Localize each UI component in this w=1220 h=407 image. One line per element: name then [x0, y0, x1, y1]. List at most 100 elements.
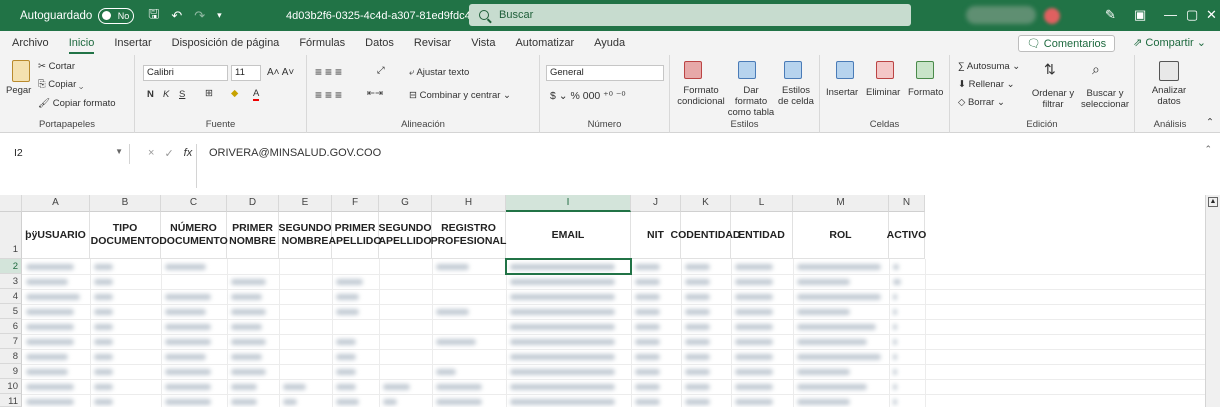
minimize-icon[interactable]: — [1164, 7, 1177, 22]
redacted-cell[interactable] [797, 399, 850, 405]
fill-button[interactable]: ⬇ Rellenar ⌄ [958, 79, 1015, 90]
column-header-c[interactable]: C [161, 195, 227, 212]
conditional-format-icon[interactable] [684, 61, 702, 79]
merge-center-button[interactable]: ⊟ Combinar y centrar ⌄ [409, 90, 511, 101]
redacted-cell[interactable] [436, 264, 469, 270]
select-all-corner[interactable] [0, 195, 22, 212]
redacted-cell[interactable] [26, 339, 74, 345]
redacted-cell[interactable] [685, 399, 711, 405]
redacted-cell[interactable] [336, 354, 356, 360]
redacted-cell[interactable] [436, 369, 456, 375]
redacted-cell[interactable] [336, 309, 360, 315]
column-header-d[interactable]: D [227, 195, 279, 212]
redacted-cell[interactable] [893, 354, 898, 360]
redacted-cell[interactable] [436, 309, 469, 315]
redacted-cell[interactable] [26, 324, 74, 330]
enter-icon[interactable]: ✓ [164, 147, 173, 160]
column-header-e[interactable]: E [279, 195, 332, 212]
column-header-i[interactable]: I [506, 195, 631, 212]
redacted-cell[interactable] [735, 339, 773, 345]
expand-formula-icon[interactable]: ⌃ [1204, 144, 1212, 155]
sort-filter-icon[interactable]: ⇅ [1044, 61, 1056, 78]
avatar[interactable] [1044, 8, 1060, 24]
redacted-cell[interactable] [383, 399, 397, 405]
redacted-cell[interactable] [94, 324, 113, 330]
redacted-cell[interactable] [231, 399, 258, 405]
conditional-format-button[interactable]: Formato condicional [676, 85, 726, 107]
redacted-cell[interactable] [94, 279, 113, 285]
redacted-cell[interactable] [165, 354, 206, 360]
number-format-select[interactable]: General [546, 65, 664, 81]
column-header-g[interactable]: G [379, 195, 432, 212]
redacted-cell[interactable] [94, 339, 113, 345]
header-cell[interactable]: þÿUSUARIO [22, 212, 90, 259]
tab-disposicion[interactable]: Disposición de página [172, 37, 280, 49]
redacted-cell[interactable] [635, 339, 661, 345]
redacted-cell[interactable] [635, 294, 661, 300]
row-header-8[interactable]: 8 [0, 349, 22, 364]
redacted-cell[interactable] [893, 294, 898, 300]
redacted-cell[interactable] [735, 279, 773, 285]
redacted-cell[interactable] [797, 369, 850, 375]
redacted-cell[interactable] [336, 294, 360, 300]
redacted-cell[interactable] [94, 309, 113, 315]
redacted-cell[interactable] [231, 384, 258, 390]
redacted-cell[interactable] [685, 354, 711, 360]
redacted-cell[interactable] [26, 399, 74, 405]
formula-input[interactable]: ORIVERA@MINSALUD.GOV.COO [196, 144, 1211, 188]
redo-icon[interactable]: ↷ [194, 8, 205, 24]
row-header-6[interactable]: 6 [0, 319, 22, 334]
redacted-cell[interactable] [165, 294, 212, 300]
redacted-cell[interactable] [893, 399, 898, 405]
tab-automatizar[interactable]: Automatizar [515, 37, 574, 49]
header-cell[interactable]: NÚMERO DOCUMENTO [159, 212, 228, 259]
redacted-cell[interactable] [797, 294, 881, 300]
bold-button[interactable]: N [147, 89, 154, 100]
redacted-cell[interactable] [26, 369, 68, 375]
row-header-4[interactable]: 4 [0, 289, 22, 304]
autosum-button[interactable]: ∑ Autosuma ⌄ [958, 61, 1020, 72]
redacted-cell[interactable] [510, 324, 616, 330]
tab-revisar[interactable]: Revisar [414, 37, 451, 49]
cell-styles-icon[interactable] [784, 61, 802, 79]
redacted-cell[interactable] [735, 384, 773, 390]
cell-styles-button[interactable]: Estilos de celda [776, 85, 816, 107]
redacted-cell[interactable] [797, 384, 868, 390]
redacted-cell[interactable] [510, 339, 616, 345]
insert-cells-icon[interactable] [836, 61, 854, 79]
redacted-cell[interactable] [797, 324, 877, 330]
user-name-redacted[interactable] [966, 6, 1036, 24]
redacted-cell[interactable] [735, 264, 773, 270]
redacted-cell[interactable] [26, 294, 80, 300]
redacted-cell[interactable] [685, 264, 711, 270]
redacted-cell[interactable] [165, 264, 206, 270]
name-box[interactable]: I2 ▼ [10, 144, 130, 164]
redacted-cell[interactable] [26, 384, 74, 390]
underline-button[interactable]: S [179, 89, 185, 100]
redacted-cell[interactable] [165, 369, 212, 375]
redacted-cell[interactable] [283, 399, 297, 405]
redacted-cell[interactable] [231, 309, 267, 315]
redacted-cell[interactable] [165, 339, 212, 345]
header-cell[interactable]: ROL [793, 212, 889, 259]
format-painter-button[interactable]: 🖌 Copiar formato [38, 98, 116, 109]
tab-ayuda[interactable]: Ayuda [594, 37, 625, 49]
redacted-cell[interactable] [893, 279, 902, 285]
font-size-select[interactable]: 11 [231, 65, 261, 81]
ribbon-display-icon[interactable]: ▣ [1134, 7, 1146, 23]
analyze-data-icon[interactable] [1159, 61, 1179, 81]
italic-button[interactable]: K [163, 89, 169, 100]
undo-icon[interactable]: ↶ [171, 8, 182, 24]
align-top-icons[interactable]: ≡≡≡ [315, 65, 345, 79]
header-cell[interactable]: ENTIDAD [731, 212, 793, 259]
tab-inicio[interactable]: Inicio [68, 37, 94, 54]
active-cell[interactable] [505, 258, 632, 275]
restore-icon[interactable]: ▢ [1186, 7, 1198, 23]
clear-button[interactable]: ◇ Borrar ⌄ [958, 97, 1005, 108]
redacted-cell[interactable] [26, 354, 68, 360]
redacted-cell[interactable] [165, 399, 212, 405]
header-cell[interactable]: EMAIL [506, 212, 631, 259]
delete-cells-icon[interactable] [876, 61, 894, 79]
redacted-cell[interactable] [893, 264, 899, 270]
tab-insertar[interactable]: Insertar [114, 37, 151, 49]
